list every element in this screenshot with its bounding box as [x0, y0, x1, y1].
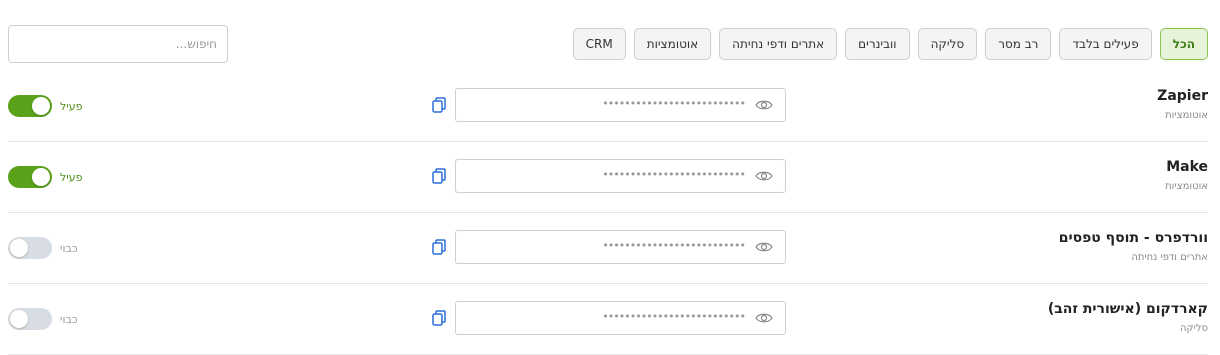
- copy-icon[interactable]: [432, 239, 446, 255]
- copy-icon[interactable]: [432, 310, 446, 326]
- copy-icon[interactable]: [432, 97, 446, 113]
- integration-category: סליקה: [1179, 323, 1208, 334]
- filter-chip-sites-landing-pages[interactable]: אתרים ודפי נחיתה: [719, 28, 838, 60]
- status-toggle[interactable]: [8, 237, 52, 259]
- integration-row: קארדקום (אישורית זהב) סליקה ••••••••••••…: [8, 284, 1208, 355]
- status-label: פעיל: [60, 99, 83, 113]
- status-toggle-group: כבוי: [8, 237, 78, 259]
- integration-category: אוטומציות: [1165, 181, 1208, 192]
- eye-icon[interactable]: [755, 170, 773, 182]
- api-key-field[interactable]: ••••••••••••••••••••••••••: [455, 159, 786, 193]
- eye-icon[interactable]: [755, 241, 773, 253]
- api-key-field[interactable]: ••••••••••••••••••••••••••: [455, 88, 786, 122]
- status-toggle[interactable]: [8, 95, 52, 117]
- api-key-mask: ••••••••••••••••••••••••••: [602, 239, 746, 252]
- toggle-knob: [32, 168, 50, 186]
- integrations-list: Zapier אוטומציות •••••••••••••••••••••••…: [8, 71, 1208, 355]
- toggle-knob: [32, 97, 50, 115]
- status-toggle[interactable]: [8, 166, 52, 188]
- filter-bar: הכל פעילים בלבד רב מסר סליקה וובינרים את…: [572, 28, 1208, 60]
- status-label: כבוי: [60, 312, 78, 326]
- integration-row: Make אוטומציות •••••••••••••••••••••••••…: [8, 142, 1208, 213]
- status-toggle-group: פעיל: [8, 95, 82, 117]
- toggle-knob: [10, 310, 28, 328]
- integration-title: וורדפרס - תוסף טפסים: [1058, 230, 1208, 246]
- api-key-field[interactable]: ••••••••••••••••••••••••••: [455, 230, 786, 264]
- integration-category: אוטומציות: [1165, 110, 1208, 121]
- status-toggle-group: פעיל: [8, 166, 82, 188]
- filter-chip-multi-message[interactable]: רב מסר: [985, 28, 1052, 60]
- filter-chip-webinars[interactable]: וובינרים: [845, 28, 910, 60]
- toggle-knob: [10, 239, 28, 257]
- eye-icon[interactable]: [755, 312, 773, 324]
- integration-title: קארדקום (אישורית זהב): [1047, 301, 1208, 317]
- filter-chip-automations[interactable]: אוטומציות: [633, 28, 712, 60]
- api-key-mask: ••••••••••••••••••••••••••: [602, 97, 746, 110]
- status-label: כבוי: [60, 241, 78, 255]
- filter-chip-all[interactable]: הכל: [1159, 28, 1208, 60]
- filter-chip-active-only[interactable]: פעילים בלבד: [1059, 28, 1152, 60]
- status-label: פעיל: [60, 170, 83, 184]
- api-key-mask: ••••••••••••••••••••••••••: [602, 168, 746, 181]
- integration-title: Make: [1166, 159, 1208, 175]
- integration-category: אתרים ודפי נחיתה: [1131, 252, 1208, 263]
- api-key-field[interactable]: ••••••••••••••••••••••••••: [455, 301, 786, 335]
- api-key-mask: ••••••••••••••••••••••••••: [602, 310, 746, 323]
- integrations-page: הכל פעילים בלבד רב מסר סליקה וובינרים את…: [0, 0, 1220, 355]
- eye-icon[interactable]: [755, 99, 773, 111]
- status-toggle-group: כבוי: [8, 308, 78, 330]
- filter-chip-crm[interactable]: CRM: [572, 28, 626, 60]
- integration-row: Zapier אוטומציות •••••••••••••••••••••••…: [8, 71, 1208, 142]
- integration-row: וורדפרס - תוסף טפסים אתרים ודפי נחיתה ••…: [8, 213, 1208, 284]
- integration-title: Zapier: [1157, 88, 1208, 104]
- copy-icon[interactable]: [432, 168, 446, 184]
- filter-chip-clearing[interactable]: סליקה: [917, 28, 978, 60]
- status-toggle[interactable]: [8, 308, 52, 330]
- search-input[interactable]: חיפוש...: [8, 25, 228, 63]
